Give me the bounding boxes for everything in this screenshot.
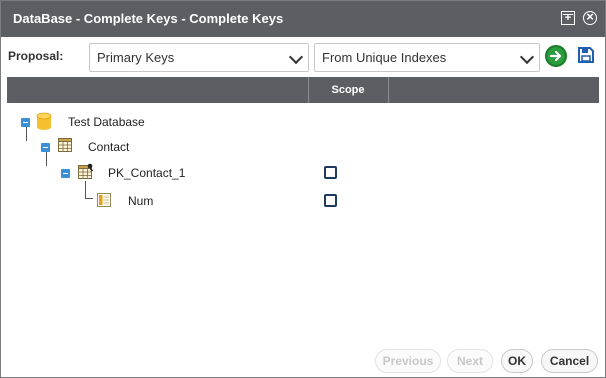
tree-node-label: Contact	[88, 140, 130, 154]
collapse-icon[interactable]	[21, 118, 30, 127]
collapse-icon[interactable]	[61, 169, 70, 178]
source-select-value: From Unique Indexes	[322, 50, 447, 65]
next-button[interactable]: Next	[447, 349, 493, 373]
title-bar[interactable]: DataBase - Complete Keys - Complete Keys	[1, 1, 605, 37]
proposal-label: Proposal:	[8, 49, 64, 63]
grid-header: Scope	[7, 77, 599, 103]
arrow-right-icon	[549, 50, 562, 62]
primary-key-icon	[78, 163, 94, 179]
tree-node-column[interactable]: Num	[1, 191, 601, 211]
tree-node-key[interactable]: PK_Contact_1	[1, 163, 601, 183]
cancel-button[interactable]: Cancel	[541, 349, 598, 373]
save-button[interactable]	[577, 46, 595, 64]
tree-node-table[interactable]: Contact	[1, 137, 601, 157]
window-title: DataBase - Complete Keys - Complete Keys	[13, 11, 284, 26]
proposal-select[interactable]: Primary Keys	[89, 43, 309, 72]
proposal-select-value: Primary Keys	[97, 50, 175, 65]
chevron-down-icon	[288, 49, 304, 65]
database-icon	[36, 112, 52, 130]
complete-keys-dialog: DataBase - Complete Keys - Complete Keys…	[0, 0, 606, 378]
column-divider[interactable]	[388, 77, 389, 103]
collapse-icon[interactable]	[41, 143, 50, 152]
maximize-icon[interactable]	[561, 11, 575, 25]
close-icon[interactable]	[583, 10, 597, 25]
previous-button[interactable]: Previous	[375, 349, 441, 373]
tree-node-label: Test Database	[68, 115, 145, 129]
tree-node-database[interactable]: Test Database	[1, 112, 601, 132]
scope-checkbox[interactable]	[324, 166, 337, 179]
scope-checkbox[interactable]	[324, 194, 337, 207]
apply-proposal-button[interactable]	[545, 45, 567, 67]
chevron-down-icon	[519, 49, 535, 65]
source-select[interactable]: From Unique Indexes	[314, 43, 540, 72]
ok-button[interactable]: OK	[501, 349, 533, 373]
column-icon	[97, 193, 111, 207]
tree-node-label: PK_Contact_1	[108, 166, 186, 180]
scope-column-header[interactable]: Scope	[309, 77, 387, 103]
tree-node-label: Num	[128, 194, 154, 208]
table-icon	[58, 138, 72, 152]
save-icon	[578, 47, 594, 63]
